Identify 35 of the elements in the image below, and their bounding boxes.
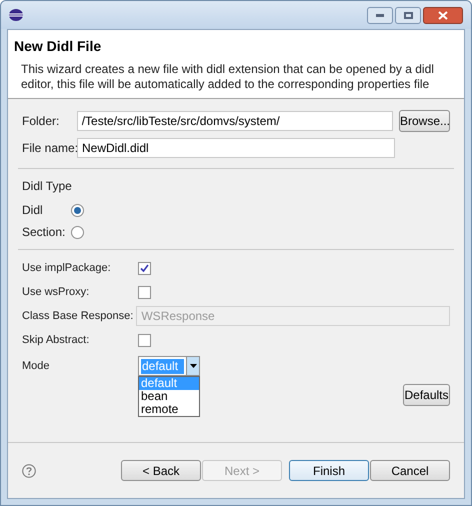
- file-name-field[interactable]: NewDidl.didl: [77, 138, 395, 158]
- folder-label: Folder:: [22, 113, 60, 130]
- wizard-description: This wizard creates a new file with didl extension that can be opened by a didl editor, this file will be automatically added to the corresponding properties file: [20, 61, 435, 92]
- mode-value: default: [141, 358, 184, 374]
- radio-button[interactable]: [71, 226, 84, 238]
- checkbox[interactable]: [138, 334, 151, 346]
- setting-label: Use wsProxy:: [22, 284, 90, 300]
- help-icon[interactable]: [22, 464, 36, 478]
- mode-option[interactable]: remote: [139, 403, 199, 416]
- app-icon: [9, 9, 23, 21]
- minimize-icon: [376, 14, 384, 16]
- wizard-button[interactable]: Finish: [289, 460, 369, 481]
- radio-button[interactable]: [71, 204, 84, 216]
- wizard-button[interactable]: < Back: [121, 460, 201, 481]
- setting-label: Skip Abstract:: [22, 332, 90, 348]
- defaults-button[interactable]: Defaults: [403, 384, 450, 406]
- setting-label: Use implPackage:: [22, 260, 112, 276]
- checkbox[interactable]: [138, 262, 151, 274]
- maximize-button[interactable]: [395, 6, 421, 24]
- mode-option[interactable]: bean: [139, 390, 199, 403]
- browse-button[interactable]: Browse...: [399, 110, 450, 132]
- close-icon: [438, 10, 448, 20]
- radio-label: Section:: [22, 224, 66, 241]
- didl-type-label: Didl Type: [22, 178, 73, 195]
- mode-label: Mode: [22, 358, 51, 374]
- folder-field[interactable]: /Teste/src/libTeste/src/domvs/system/: [76, 111, 393, 131]
- minimize-button[interactable]: [367, 6, 393, 24]
- file-name-label: File name:: [22, 140, 77, 157]
- radio-label: Didl: [22, 202, 44, 219]
- checkbox[interactable]: [138, 286, 151, 298]
- wizard-title: New Didl File: [14, 37, 102, 56]
- setting-label: Class Base Response:: [22, 308, 134, 324]
- wizard-button[interactable]: Cancel: [370, 460, 450, 481]
- maximize-icon: [404, 12, 412, 18]
- close-button[interactable]: [423, 6, 463, 24]
